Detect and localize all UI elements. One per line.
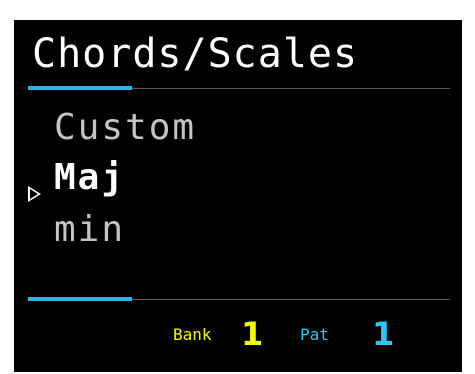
bank-label: Bank bbox=[173, 325, 212, 344]
footer-divider bbox=[132, 299, 450, 300]
title-divider bbox=[132, 88, 450, 89]
menu-item-maj[interactable]: Maj bbox=[54, 156, 125, 200]
menu-item-min[interactable]: min bbox=[54, 208, 125, 252]
pattern-label: Pat bbox=[300, 325, 329, 344]
footer-accent-bar bbox=[28, 297, 132, 301]
title-accent-bar bbox=[28, 86, 132, 90]
bank-value: 1 bbox=[241, 315, 264, 353]
menu-item-custom[interactable]: Custom bbox=[54, 106, 196, 150]
pattern-value: 1 bbox=[372, 315, 395, 353]
triangle-right-icon bbox=[28, 186, 41, 202]
page-title: Chords/Scales bbox=[32, 31, 359, 77]
device-screen: Chords/Scales Custom Maj min Bank 1 Pat … bbox=[14, 20, 462, 372]
